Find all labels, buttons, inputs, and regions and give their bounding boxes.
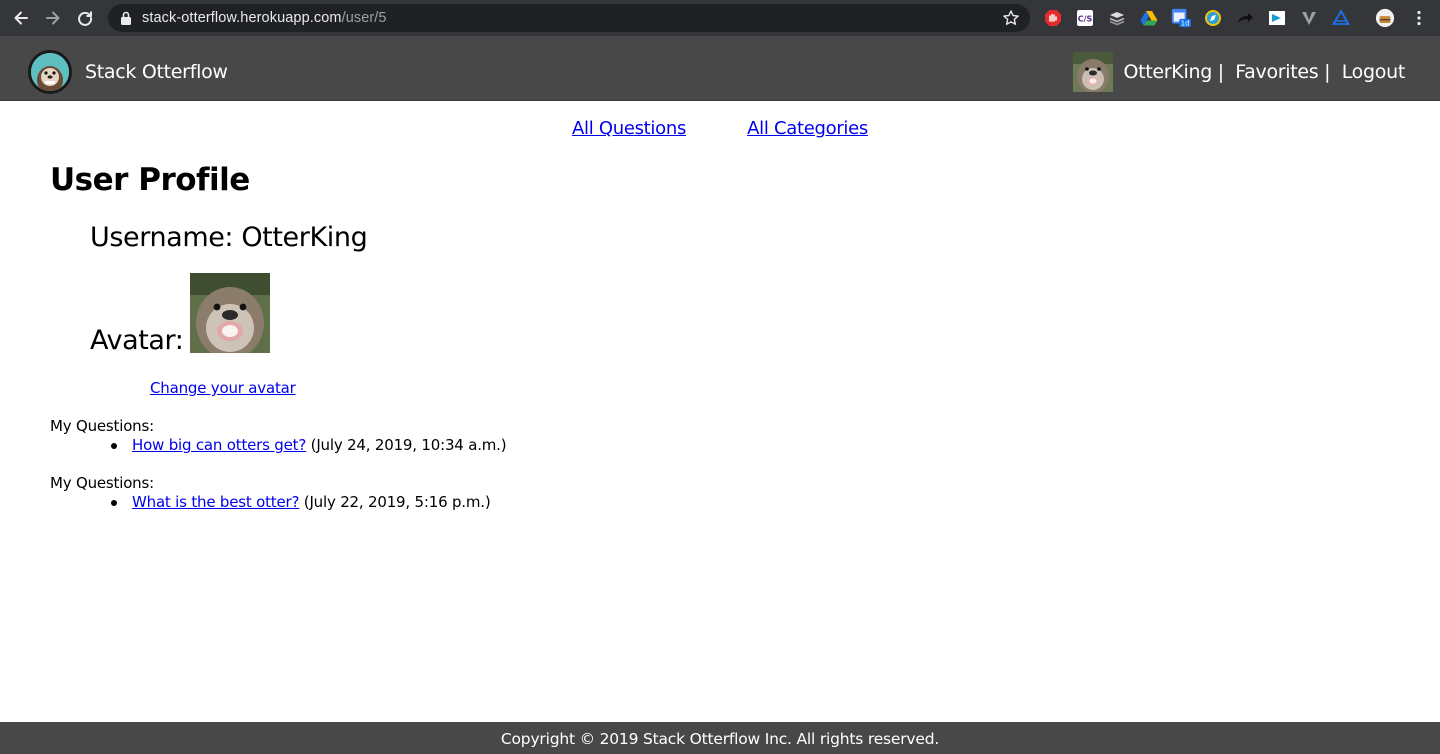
user-nav: OtterKing | Favorites | Logout (1073, 52, 1405, 92)
main-nav: All Questions All Categories (0, 118, 1440, 139)
calendar-icon[interactable]: 1d (1171, 8, 1191, 28)
profile-icon[interactable] (1375, 8, 1395, 28)
otter-logo[interactable] (28, 50, 72, 94)
drive-icon[interactable] (1139, 8, 1159, 28)
browser-toolbar: stack-otterflow.herokuapp.com/user/5 C/S… (0, 0, 1440, 36)
question-link[interactable]: What is the best otter? (132, 493, 299, 511)
avatar-label: Avatar: (90, 325, 184, 356)
section-heading: My Questions: (50, 474, 154, 492)
url-path: /user/5 (341, 10, 387, 26)
profile-avatar-image (190, 273, 270, 353)
forward-icon[interactable] (42, 7, 64, 29)
back-icon[interactable] (10, 7, 32, 29)
favorites-link[interactable]: Favorites (1235, 61, 1318, 83)
question-date: (July 24, 2019, 10:34 a.m.) (306, 436, 507, 454)
username-display: Username: OtterKing (90, 222, 368, 253)
logout-link[interactable]: Logout (1342, 61, 1406, 83)
url-text: stack-otterflow.herokuapp.com/user/5 (142, 10, 387, 26)
list-item: How big can otters get? (July 24, 2019, … (107, 436, 507, 455)
adblock-icon[interactable] (1043, 8, 1063, 28)
cs-icon[interactable]: C/S (1075, 8, 1095, 28)
nav-separator: | (1318, 61, 1342, 83)
url-host: stack-otterflow.herokuapp.com (142, 10, 342, 26)
copyright-text: Copyright © 2019 Stack Otterflow Inc. Al… (500, 730, 940, 748)
my-questions-section: My Questions: How big can otters get? (J… (50, 417, 507, 455)
site-footer: Copyright © 2019 Stack Otterflow Inc. Al… (0, 722, 1440, 754)
svg-text:C/S: C/S (1078, 15, 1093, 24)
list-item: What is the best otter? (July 22, 2019, … (107, 493, 491, 512)
arrow-icon[interactable] (1235, 8, 1255, 28)
question-list: How big can otters get? (July 24, 2019, … (107, 436, 507, 455)
username-link[interactable]: OtterKing (1123, 61, 1212, 83)
reload-icon[interactable] (74, 7, 96, 29)
page-title: User Profile (50, 162, 250, 198)
user-avatar-thumbnail[interactable] (1073, 52, 1114, 92)
brand-name[interactable]: Stack Otterflow (85, 61, 228, 83)
menu-icon[interactable] (1409, 8, 1429, 28)
calendar-badge: 1d (1181, 20, 1190, 28)
lock-icon (121, 11, 131, 25)
section-heading: My Questions: (50, 417, 154, 435)
site-header: Stack Otterflow OtterKing | Favorites | … (0, 36, 1440, 101)
compass-icon[interactable] (1203, 8, 1223, 28)
stack-icon[interactable] (1107, 8, 1127, 28)
nav-separator: | (1211, 61, 1236, 83)
bookmark-star-icon[interactable] (1002, 9, 1020, 27)
question-date: (July 22, 2019, 5:16 p.m.) (299, 493, 491, 511)
all-categories-link[interactable]: All Categories (747, 118, 868, 139)
address-bar[interactable]: stack-otterflow.herokuapp.com/user/5 (108, 4, 1030, 32)
all-questions-link[interactable]: All Questions (572, 118, 686, 139)
change-avatar-link[interactable]: Change your avatar (150, 379, 296, 397)
vee-icon[interactable] (1299, 8, 1319, 28)
my-questions-section: My Questions: What is the best otter? (J… (50, 474, 491, 512)
screen-icon[interactable] (1267, 8, 1287, 28)
question-link[interactable]: How big can otters get? (132, 436, 306, 454)
triangle-icon[interactable] (1331, 8, 1351, 28)
question-list: What is the best otter? (July 22, 2019, … (107, 493, 491, 512)
